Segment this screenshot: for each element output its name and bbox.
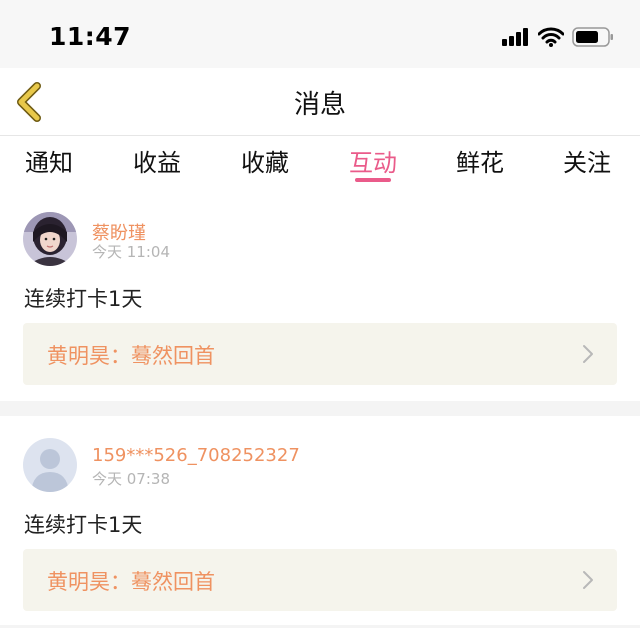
nav-bar: 消息	[0, 68, 640, 136]
section-divider	[0, 401, 640, 416]
tab-interactions[interactable]: 互动	[349, 143, 397, 178]
page-title: 消息	[293, 90, 346, 120]
quoted-post-text: 黄明昊：蓦然回首	[47, 570, 215, 594]
tab-flowers[interactable]: 鲜花	[456, 143, 504, 178]
chevron-right-icon	[583, 345, 593, 363]
quoted-post-text: 黄明昊：蓦然回首	[47, 344, 215, 368]
chevron-right-icon	[583, 571, 593, 589]
tab-earnings[interactable]: 收益	[133, 143, 181, 178]
wifi-icon	[538, 27, 564, 47]
cellular-signal-icon	[502, 28, 528, 46]
battery-icon	[572, 27, 613, 47]
post-time: 今天 11:04	[92, 243, 170, 261]
active-tab-indicator	[355, 178, 391, 182]
avatar[interactable]	[23, 212, 77, 266]
quoted-post[interactable]: 黄明昊：蓦然回首	[23, 549, 617, 611]
message-card: 159***526_708252327 今天 07:38 连续打卡1天 黄明昊：…	[0, 416, 640, 625]
tab-bar: 通知 收益 收藏 互动 鲜花 关注	[0, 137, 640, 189]
default-user-icon	[23, 438, 77, 492]
status-time: 11:47	[49, 22, 132, 51]
user-photo-icon	[23, 212, 77, 266]
tab-favorites[interactable]: 收藏	[241, 143, 289, 178]
message-text: 连续打卡1天	[24, 513, 143, 537]
quoted-post[interactable]: 黄明昊：蓦然回首	[23, 323, 617, 385]
avatar[interactable]	[23, 438, 77, 492]
message-text: 连续打卡1天	[24, 287, 143, 311]
tab-notifications[interactable]: 通知	[25, 143, 73, 178]
username[interactable]: 159***526_708252327	[92, 445, 300, 466]
post-time: 今天 07:38	[92, 470, 170, 488]
message-card: 蔡盼瑾 今天 11:04 连续打卡1天 黄明昊：蓦然回首	[0, 189, 640, 401]
status-bar: 11:47	[0, 0, 640, 68]
tab-following[interactable]: 关注	[563, 143, 611, 178]
status-icons	[502, 27, 614, 47]
